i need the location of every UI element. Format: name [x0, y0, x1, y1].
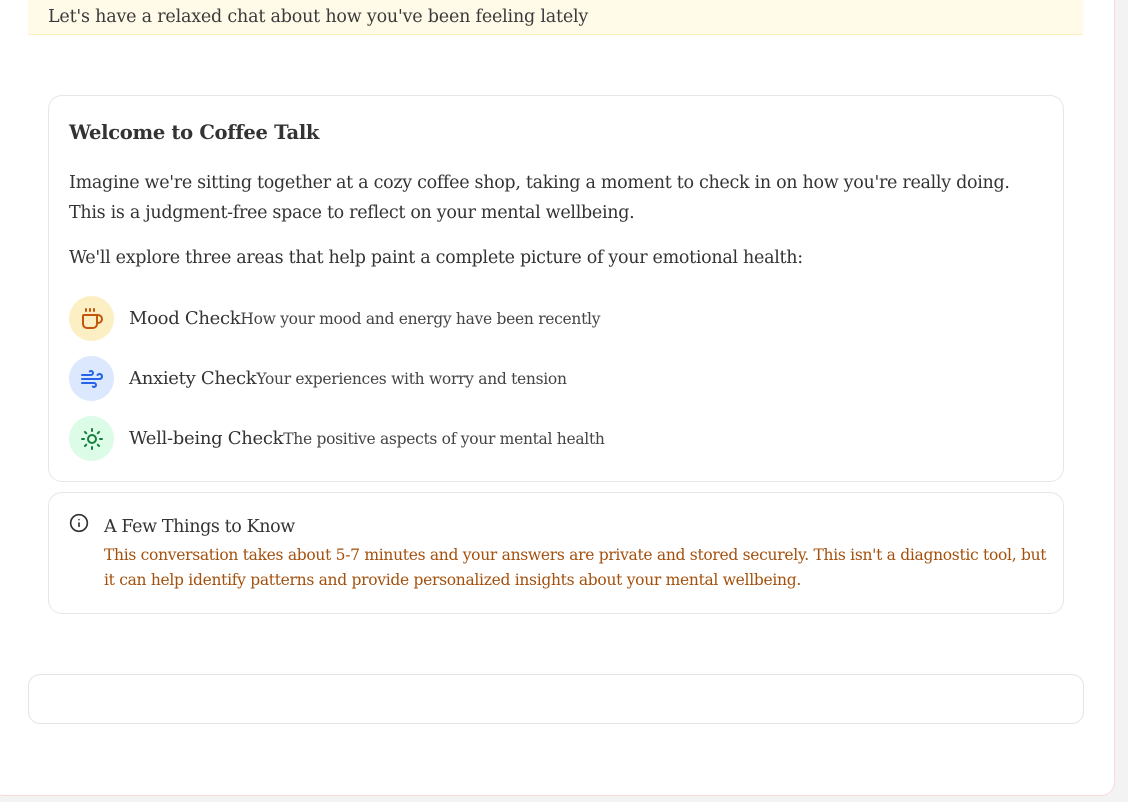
wind-icon [69, 356, 114, 401]
area-description: Your experiences with worry and tension [256, 369, 567, 388]
area-name: Well-being Check [129, 428, 284, 449]
welcome-title: Welcome to Coffee Talk [69, 121, 320, 144]
info-title: A Few Things to Know [104, 517, 295, 537]
info-card: A Few Things to Know This conversation t… [48, 492, 1064, 614]
welcome-card: Welcome to Coffee Talk Imagine we're sit… [48, 95, 1064, 482]
coffee-cup-icon [69, 296, 114, 341]
chat-input-area[interactable] [28, 674, 1084, 724]
area-name: Anxiety Check [129, 368, 257, 389]
area-name: Mood Check [129, 308, 241, 329]
info-icon [69, 513, 89, 537]
sun-icon [69, 416, 114, 461]
area-wellbeing-check: Well-being Check The positive aspects of … [69, 416, 605, 461]
subtitle-banner: Let's have a relaxed chat about how you'… [28, 0, 1083, 35]
area-description: How your mood and energy have been recen… [240, 309, 601, 328]
info-text: This conversation takes about 5-7 minute… [104, 546, 1047, 589]
area-description: The positive aspects of your mental heal… [283, 429, 605, 448]
area-anxiety-check: Anxiety Check Your experiences with worry… [69, 356, 567, 401]
welcome-intro: Imagine we're sitting together at a cozy… [69, 173, 1010, 223]
areas-intro: We'll explore three areas that help pain… [69, 248, 803, 268]
area-mood-check: Mood Check How your mood and energy have … [69, 296, 600, 341]
banner-text: Let's have a relaxed chat about how you'… [48, 7, 589, 27]
